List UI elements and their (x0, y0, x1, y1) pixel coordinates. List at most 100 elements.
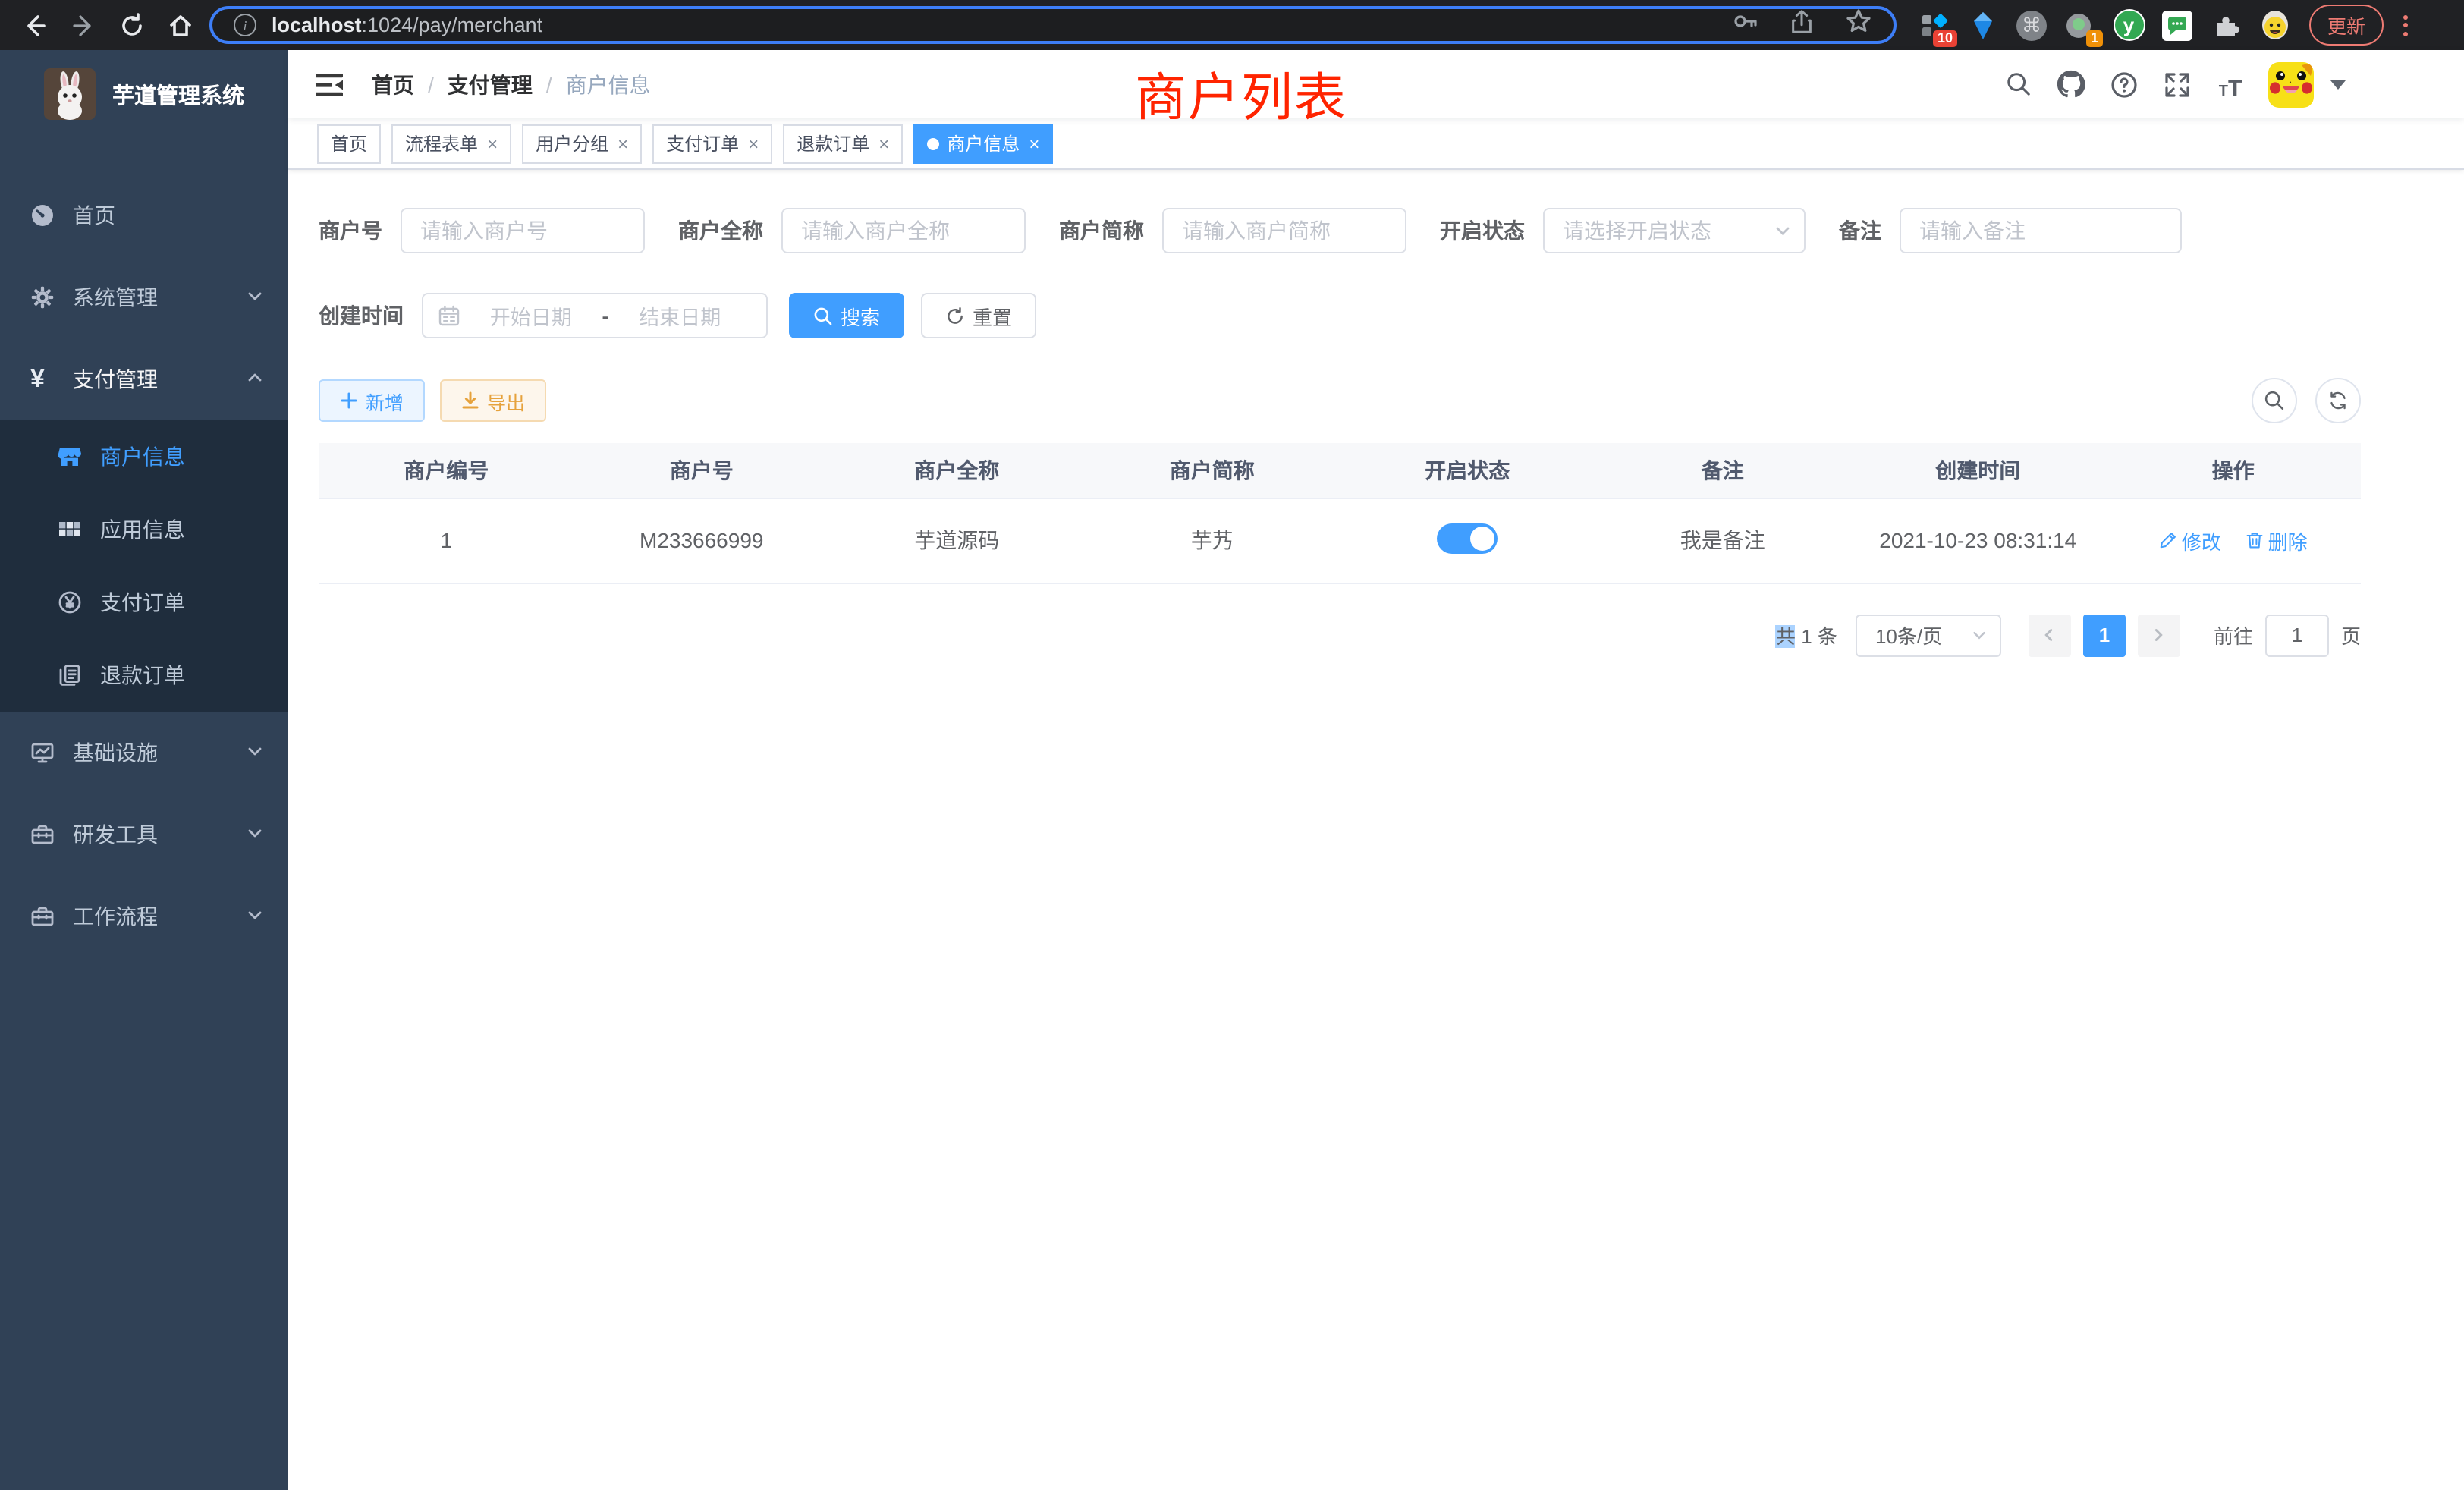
table-header-row: 商户编号 商户号 商户全称 商户简称 开启状态 备注 创建时间 操作 (319, 443, 2361, 498)
breadcrumb: 首页 / 支付管理 / 商户信息 (372, 69, 651, 99)
navbar: 首页 / 支付管理 / 商户信息 TT (288, 50, 2464, 118)
github-icon[interactable] (2056, 69, 2086, 99)
col-status: 开启状态 (1340, 443, 1595, 498)
export-button[interactable]: 导出 (440, 379, 546, 422)
sidebar-item-refund-order[interactable]: 退款订单 (0, 639, 288, 712)
breadcrumb-payment[interactable]: 支付管理 (448, 69, 533, 99)
sidebar-item-pay-order[interactable]: 支付订单 (0, 566, 288, 639)
cell-merchant-no: M233666999 (574, 498, 830, 583)
header-search-icon[interactable] (2003, 69, 2033, 99)
sidebar-item-merchant-info[interactable]: 商户信息 (0, 420, 288, 493)
sidebar-item-payment[interactable]: ¥ 支付管理 (0, 338, 288, 420)
page-number-1[interactable]: 1 (2083, 614, 2126, 656)
chevron-up-icon (246, 367, 264, 391)
prev-page-button[interactable] (2029, 614, 2071, 656)
merchant-no-input[interactable] (401, 208, 645, 253)
site-info-icon[interactable]: i (234, 14, 256, 36)
tab-user-group[interactable]: 用户分组× (522, 124, 642, 163)
font-size-icon[interactable]: TT (2215, 69, 2246, 99)
sidebar-collapse-icon[interactable] (314, 69, 344, 99)
extension-command-icon[interactable]: ⌘ (2015, 8, 2048, 42)
sidebar-item-home[interactable]: 首页 (0, 174, 288, 256)
extension-badge: 1 (2086, 30, 2103, 46)
profile-emoji-icon[interactable] (2258, 8, 2291, 42)
url-bar[interactable]: i localhost:1024/pay/merchant (209, 6, 1897, 44)
chevron-down-icon (1971, 627, 1988, 643)
show-search-button[interactable] (2252, 378, 2297, 423)
close-icon[interactable]: × (748, 133, 759, 154)
tab-merchant-info[interactable]: 商户信息× (913, 124, 1053, 163)
breadcrumb-home[interactable]: 首页 (372, 69, 414, 99)
password-key-icon[interactable] (1731, 8, 1758, 42)
full-name-input[interactable] (781, 208, 1026, 253)
reload-icon[interactable] (118, 11, 146, 39)
back-icon[interactable] (21, 11, 49, 39)
bookmark-star-icon[interactable] (1845, 8, 1872, 42)
status-select[interactable] (1543, 208, 1806, 253)
close-icon[interactable]: × (618, 133, 628, 154)
tab-refund-order[interactable]: 退款订单× (783, 124, 903, 163)
yen-icon: ¥ (30, 367, 55, 391)
remark-input[interactable] (1900, 208, 2182, 253)
extension-yudao-icon[interactable]: y (2112, 8, 2145, 42)
breadcrumb-current: 商户信息 (566, 69, 651, 99)
sidebar-item-workflow[interactable]: 工作流程 (0, 875, 288, 957)
add-button[interactable]: 新增 (319, 379, 425, 422)
next-page-button[interactable] (2138, 614, 2180, 656)
tab-process-form[interactable]: 流程表单× (391, 124, 511, 163)
sidebar-item-dev-tools[interactable]: 研发工具 (0, 794, 288, 875)
avatar-dropdown-caret[interactable] (2330, 80, 2346, 89)
status-toggle[interactable] (1437, 523, 1498, 553)
page-unit-label: 页 (2341, 621, 2361, 649)
search-button[interactable]: 搜索 (789, 293, 904, 338)
extension-apps-icon[interactable]: 10 (1918, 8, 1951, 42)
app-logo-row[interactable]: 芋道管理系统 (0, 50, 288, 138)
annotation-title: 商户列表 (1135, 56, 1347, 130)
edit-link[interactable]: 修改 (2159, 526, 2221, 555)
page-size-select[interactable]: 10条/页 (1856, 614, 2001, 656)
col-merchant-no: 商户号 (574, 443, 830, 498)
user-avatar[interactable] (2268, 61, 2314, 107)
active-dot (927, 137, 939, 149)
extension-chat-icon[interactable] (2161, 8, 2194, 42)
browser-menu-icon[interactable] (2397, 14, 2414, 36)
tab-pay-order[interactable]: 支付订单× (652, 124, 772, 163)
documents-icon (58, 663, 82, 687)
close-icon[interactable]: × (878, 133, 889, 154)
extension-gem-icon[interactable] (1966, 8, 2000, 42)
home-icon[interactable] (167, 11, 194, 39)
cell-create-time: 2021-10-23 08:31:14 (1850, 498, 2106, 583)
chevron-down-icon (246, 285, 264, 310)
sidebar-item-system[interactable]: 系统管理 (0, 256, 288, 338)
goto-page-input[interactable] (2265, 614, 2329, 656)
date-range-picker[interactable]: 开始日期 - 结束日期 (422, 293, 768, 338)
sidebar-item-infrastructure[interactable]: 基础设施 (0, 712, 288, 794)
extension-tasks-icon[interactable]: 1 (2063, 8, 2097, 42)
toolbox-icon (30, 822, 55, 847)
refresh-table-button[interactable] (2315, 378, 2361, 423)
cell-remark: 我是备注 (1595, 498, 1851, 583)
url-text[interactable]: localhost:1024/pay/merchant (272, 14, 542, 36)
chevron-down-icon (246, 740, 264, 765)
col-create-time: 创建时间 (1850, 443, 2106, 498)
extensions-puzzle-icon[interactable] (2209, 8, 2242, 42)
close-icon[interactable]: × (1029, 133, 1039, 154)
delete-link[interactable]: 删除 (2246, 526, 2308, 555)
merchant-no-label: 商户号 (319, 215, 401, 246)
tab-home[interactable]: 首页 (317, 124, 381, 163)
short-name-input[interactable] (1162, 208, 1406, 253)
sidebar-item-app-info[interactable]: 应用信息 (0, 493, 288, 566)
fullscreen-icon[interactable] (2162, 69, 2192, 99)
reset-button[interactable]: 重置 (921, 293, 1036, 338)
close-icon[interactable]: × (487, 133, 498, 154)
forward-icon[interactable] (70, 11, 97, 39)
chevron-down-icon (246, 904, 264, 929)
extension-badge: 10 (1933, 30, 1957, 46)
share-icon[interactable] (1789, 8, 1815, 42)
tags-view: 首页 流程表单× 用户分组× 支付订单× 退款订单× 商户信息× (288, 118, 2464, 170)
help-icon[interactable] (2109, 69, 2139, 99)
browser-update-button[interactable]: 更新 (2309, 5, 2384, 46)
page-content: 商户号 商户全称 商户简称 开启状态 (288, 170, 2464, 1490)
trash-icon (2246, 531, 2264, 549)
app-logo-rabbit (44, 68, 96, 120)
